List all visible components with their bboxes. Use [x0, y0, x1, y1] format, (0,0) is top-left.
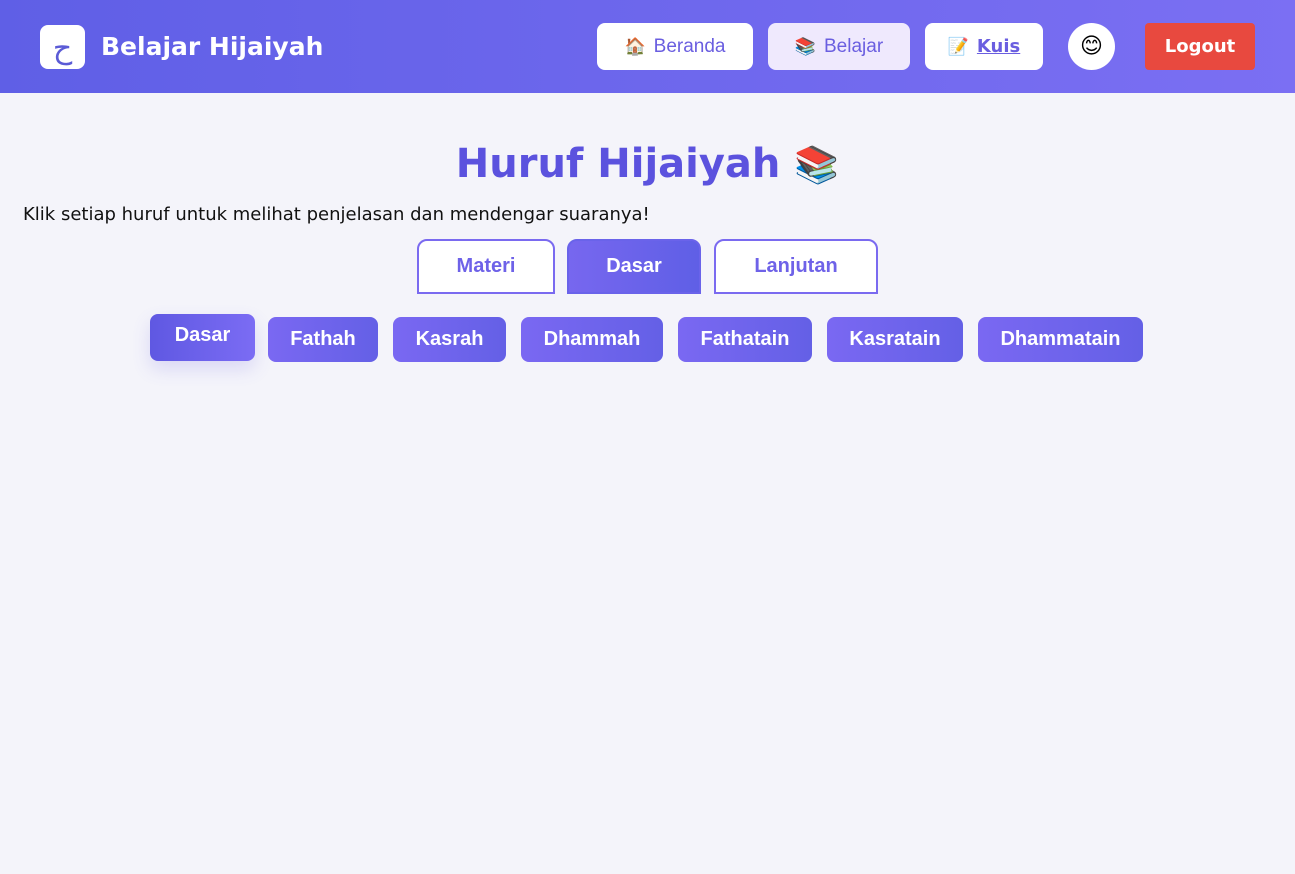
nav-beranda-button[interactable]: 🏠 Beranda	[597, 23, 753, 70]
nav-beranda-label: Beranda	[653, 35, 726, 57]
nav-kuis-button[interactable]: 📝 Kuis	[925, 23, 1043, 70]
category-dhammah-button[interactable]: Dhammah	[521, 317, 663, 362]
books-icon: 📚	[794, 145, 840, 186]
app-brand-title[interactable]: Belajar Hijaiyah	[101, 30, 323, 64]
house-icon: 🏠	[624, 36, 646, 56]
user-avatar-icon[interactable]: 😊	[1068, 23, 1115, 70]
page-title-text: Huruf Hijaiyah	[455, 141, 781, 187]
logout-button[interactable]: Logout	[1145, 23, 1255, 70]
nav-kuis-label: Kuis	[976, 36, 1021, 57]
page-title: Huruf Hijaiyah 📚	[0, 138, 1295, 192]
books-icon: 📚	[794, 36, 816, 56]
category-kasratain-button[interactable]: Kasratain	[827, 317, 963, 362]
nav-belajar-button[interactable]: 📚 Belajar	[768, 23, 910, 70]
category-fathatain-button[interactable]: Fathatain	[678, 317, 812, 362]
category-dhammatain-button[interactable]: Dhammatain	[978, 317, 1143, 362]
category-kasrah-button[interactable]: Kasrah	[393, 317, 506, 362]
memo-icon: 📝	[947, 36, 969, 56]
top-navigation-bar: ح Belajar Hijaiyah 🏠 Beranda 📚 Belajar 📝…	[0, 0, 1295, 93]
tab-lanjutan[interactable]: Lanjutan	[714, 239, 878, 294]
nav-belajar-label: Belajar	[824, 35, 884, 57]
category-fathah-button[interactable]: Fathah	[268, 317, 378, 362]
page-instructions: Klik setiap huruf untuk melihat penjelas…	[23, 204, 650, 225]
tab-materi[interactable]: Materi	[417, 239, 555, 294]
app-logo-icon[interactable]: ح	[40, 25, 85, 69]
category-dasar-button[interactable]: Dasar	[150, 314, 255, 361]
tab-dasar[interactable]: Dasar	[567, 239, 701, 294]
logo-glyph: ح	[52, 31, 73, 66]
